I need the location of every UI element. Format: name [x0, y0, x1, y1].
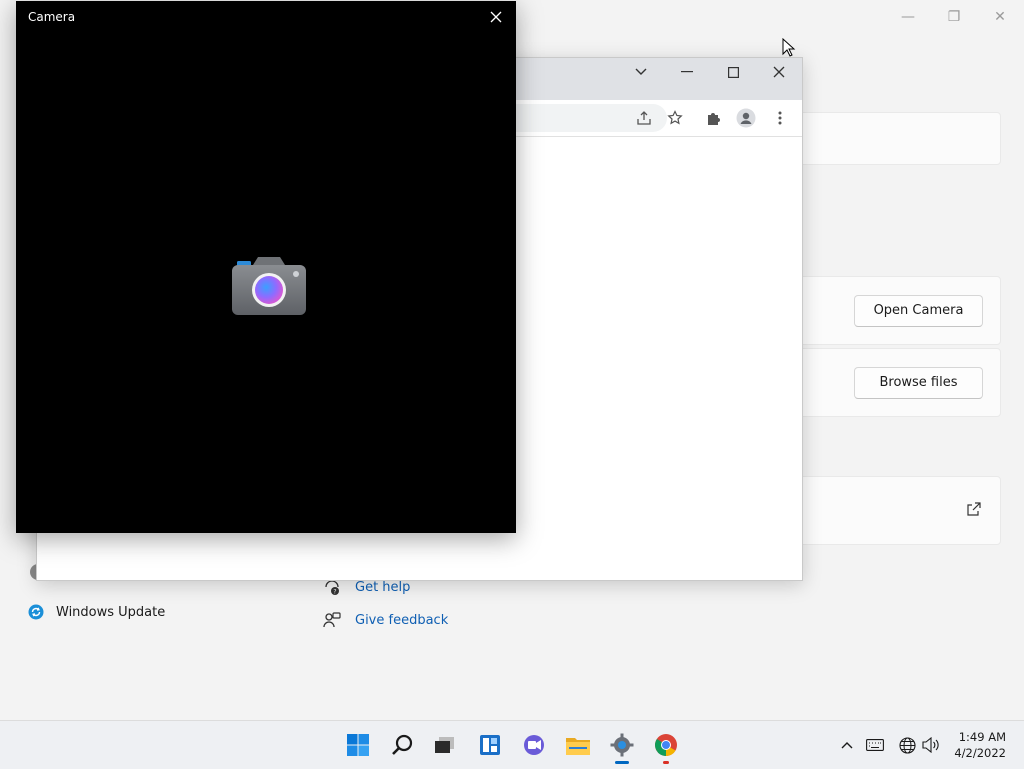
chrome-running-indicator: [663, 761, 669, 764]
camera-window: Camera: [16, 1, 516, 533]
chrome-icon[interactable]: [650, 729, 682, 764]
get-help-label: Get help: [355, 579, 411, 595]
file-explorer-icon[interactable]: [562, 729, 594, 761]
external-link-icon[interactable]: [967, 502, 981, 516]
share-icon[interactable]: [633, 107, 655, 129]
chrome-menu-icon[interactable]: [769, 107, 791, 129]
camera-app-icon: [232, 257, 306, 315]
profile-icon[interactable]: [735, 107, 757, 129]
settings-icon[interactable]: [606, 729, 638, 764]
chrome-close-icon[interactable]: [764, 58, 794, 86]
open-camera-button[interactable]: Open Camera: [854, 295, 983, 327]
settings-minimize-icon[interactable]: —: [891, 6, 925, 28]
give-feedback-label: Give feedback: [355, 612, 449, 628]
show-hidden-icons-chevron-up-icon[interactable]: [837, 735, 857, 755]
settings-close-icon[interactable]: ✕: [983, 6, 1017, 28]
camera-close-icon[interactable]: [488, 9, 504, 25]
give-feedback-link[interactable]: Give feedback: [323, 611, 448, 629]
active-app-indicator: [615, 761, 629, 764]
feedback-icon: [323, 612, 341, 628]
clock-time: 1:49 AM: [958, 730, 1006, 744]
chrome-maximize-icon[interactable]: [718, 58, 748, 86]
keyboard-icon[interactable]: [865, 735, 885, 755]
clock-date: 4/2/2022: [954, 746, 1006, 760]
nav-item-windows-update[interactable]: Windows Update: [28, 604, 165, 620]
settings-card-top: [770, 112, 1001, 165]
chat-icon[interactable]: [518, 729, 550, 761]
tab-search-icon[interactable]: [626, 58, 656, 86]
task-view-icon[interactable]: [428, 729, 460, 761]
clock[interactable]: 1:49 AM 4/2/2022: [954, 729, 1006, 761]
mouse-cursor-icon: [782, 38, 796, 57]
start-icon[interactable]: [342, 729, 374, 761]
taskbar: 1:49 AM 4/2/2022: [0, 720, 1024, 769]
network-globe-icon[interactable]: [897, 735, 917, 755]
svg-text:?: ?: [333, 588, 336, 595]
volume-icon[interactable]: [921, 735, 941, 755]
bookmark-star-icon[interactable]: [664, 107, 686, 129]
extensions-icon[interactable]: [703, 107, 725, 129]
chrome-minimize-icon[interactable]: [672, 58, 702, 86]
camera-window-title: Camera: [28, 10, 76, 24]
nav-item-label: Windows Update: [56, 604, 166, 620]
search-icon[interactable]: [386, 729, 418, 761]
widgets-icon[interactable]: [474, 729, 506, 761]
browse-files-button[interactable]: Browse files: [854, 367, 983, 399]
windows-update-icon: [28, 604, 44, 620]
settings-restore-icon[interactable]: ❐: [937, 6, 971, 28]
